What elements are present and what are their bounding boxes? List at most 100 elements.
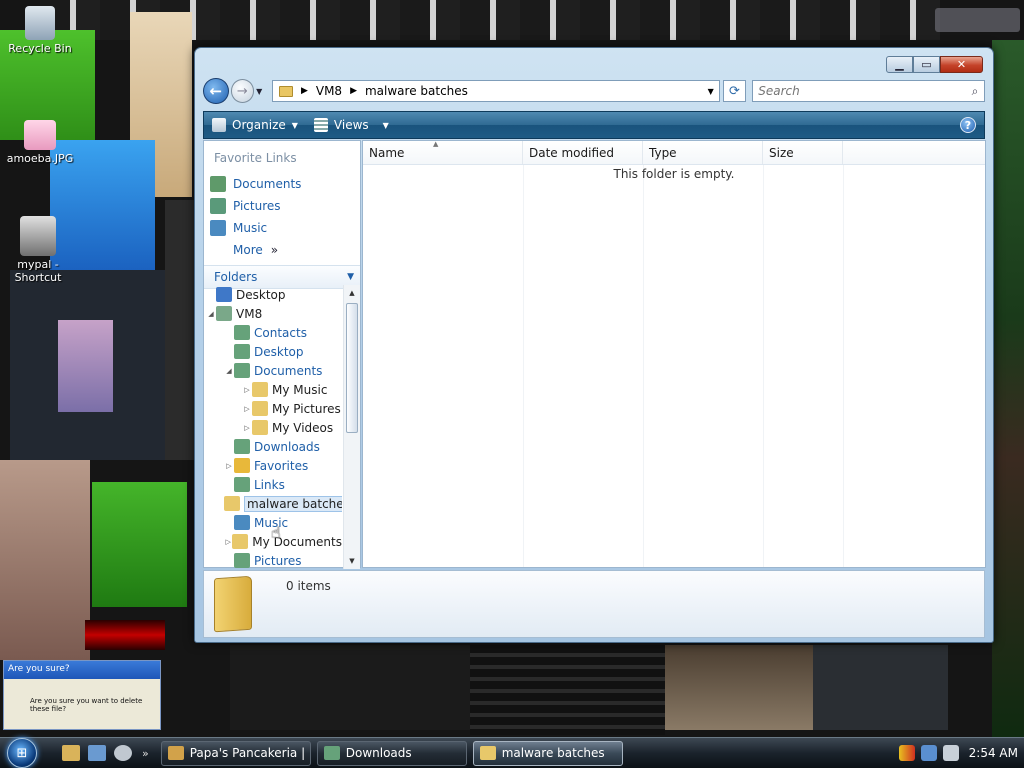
- folder-icon: [214, 575, 252, 633]
- tree-item-malware-batches[interactable]: malware batches: [204, 494, 342, 513]
- scroll-up-icon[interactable]: ▲: [344, 285, 360, 301]
- folder-icon: [479, 746, 496, 760]
- breadcrumb-vm8[interactable]: VM8: [316, 84, 342, 98]
- favorite-link-documents[interactable]: Documents: [204, 173, 360, 195]
- recent-pages-button[interactable]: ▼: [256, 87, 268, 96]
- expand-arrow-icon[interactable]: ▷: [224, 538, 232, 546]
- clock[interactable]: 2:54 AM: [969, 746, 1018, 760]
- start-button[interactable]: ⊞: [0, 738, 44, 768]
- tree-item-label: My Videos: [272, 420, 334, 435]
- expand-arrow-icon[interactable]: ▷: [242, 386, 252, 394]
- expand-arrow-icon[interactable]: ▷: [224, 462, 234, 470]
- wallpaper-chat-screenshot: [230, 645, 470, 730]
- views-label: Views: [333, 118, 369, 132]
- tree-item-my-videos[interactable]: ▷ My Videos: [204, 418, 342, 437]
- network-icon[interactable]: [920, 745, 937, 761]
- column-header-label: Size: [769, 146, 794, 160]
- search-icon[interactable]: ⌕: [966, 84, 984, 99]
- chevron-down-icon: ▼: [347, 272, 354, 282]
- expand-arrow-icon[interactable]: ◢: [224, 367, 234, 375]
- column-header-date-modified[interactable]: Date modified: [523, 141, 643, 164]
- tree-item-downloads[interactable]: Downloads: [204, 437, 342, 456]
- help-button[interactable]: ?: [960, 117, 976, 133]
- scroll-down-icon[interactable]: ▼: [344, 553, 360, 569]
- address-dropdown-icon[interactable]: ▼: [703, 87, 719, 96]
- arrow-right-icon: →: [236, 83, 248, 99]
- file-list: Name ▲ Date modified Type Size This fold…: [362, 140, 986, 568]
- expand-arrow-icon[interactable]: ▷: [242, 405, 252, 413]
- wallpaper-skin-photo: [0, 460, 90, 660]
- tree-item-my-pictures[interactable]: ▷ My Pictures: [204, 399, 342, 418]
- windows-logo-icon: ⊞: [7, 738, 37, 768]
- desktop-icon-recycle-bin[interactable]: Recycle Bin: [0, 6, 80, 55]
- address-row: ← → ▼ ▶ VM8 ▶ malware batches ▼ ⟳ ⌕: [203, 77, 985, 105]
- column-headers: Name ▲ Date modified Type Size: [363, 140, 985, 165]
- tree-item-favorites[interactable]: ▷ Favorites: [204, 456, 342, 475]
- security-shield-icon[interactable]: [898, 745, 915, 761]
- views-icon: [313, 118, 328, 132]
- tree-item-vm8[interactable]: ◢ VM8: [204, 304, 342, 323]
- column-header-label: Date modified: [529, 146, 615, 160]
- folder-icon: [234, 325, 250, 340]
- scrollbar-thumb[interactable]: [346, 303, 358, 433]
- favorite-link-more[interactable]: More »: [204, 239, 360, 261]
- tree-item-label: My Pictures: [272, 401, 341, 416]
- folder-icon: [252, 382, 268, 397]
- close-button[interactable]: ✕: [940, 56, 983, 73]
- favorite-link-pictures[interactable]: Pictures: [204, 195, 360, 217]
- desktop-icon-amoeba[interactable]: amoeba.JPG: [0, 120, 80, 165]
- column-divider: [643, 165, 644, 567]
- taskbar-button-label: malware batches: [501, 746, 605, 760]
- command-bar: Organize ▼ Views ▼ ?: [203, 111, 985, 139]
- folder-icon: [234, 477, 250, 492]
- image-file-icon: [24, 120, 56, 150]
- minimize-button[interactable]: ▁: [886, 56, 913, 73]
- column-header-type[interactable]: Type: [643, 141, 763, 164]
- maximize-button[interactable]: ▭: [913, 56, 940, 73]
- breadcrumb-malware-batches[interactable]: malware batches: [365, 84, 468, 98]
- tree-item-pictures[interactable]: Pictures: [204, 551, 342, 569]
- views-button[interactable]: Views ▼: [306, 112, 397, 138]
- folder-icon: [234, 439, 250, 454]
- column-header-name[interactable]: Name ▲: [363, 140, 523, 164]
- breadcrumb-separator-icon[interactable]: ▶: [350, 86, 357, 96]
- shortcut-app-icon: [20, 216, 56, 256]
- tree-item-label: Links: [254, 477, 285, 492]
- tree-item-desktop[interactable]: Desktop: [204, 285, 342, 304]
- taskbar-button-downloads[interactable]: Downloads: [316, 740, 467, 766]
- double-chevron-right-icon[interactable]: »: [142, 747, 149, 760]
- show-desktop-icon[interactable]: [88, 745, 106, 761]
- folder-icon: [234, 344, 250, 359]
- expand-arrow-icon[interactable]: ◢: [206, 310, 216, 318]
- favorite-link-music[interactable]: Music: [204, 217, 360, 239]
- double-chevron-right-icon: »: [270, 243, 279, 257]
- taskbar-button-malware-batches[interactable]: malware batches: [472, 740, 623, 766]
- media-player-icon[interactable]: [114, 745, 132, 761]
- column-header-label: Name: [369, 146, 405, 160]
- back-button[interactable]: ←: [203, 78, 229, 104]
- tree-item-documents[interactable]: ◢ Documents: [204, 361, 342, 380]
- explorer-window: ▁ ▭ ✕ ← → ▼ ▶ VM8 ▶ malware batches ▼ ⟳ …: [194, 47, 994, 643]
- organize-button[interactable]: Organize ▼: [204, 112, 306, 138]
- tree-item-contacts[interactable]: Contacts: [204, 323, 342, 342]
- address-bar[interactable]: ▶ VM8 ▶ malware batches ▼: [271, 80, 720, 102]
- background-dialog-title: Are you sure?: [4, 661, 160, 679]
- column-header-size[interactable]: Size: [763, 141, 843, 164]
- forward-button[interactable]: →: [230, 79, 255, 103]
- tree-item-label: Contacts: [254, 325, 307, 340]
- folder-icon[interactable]: [62, 745, 80, 761]
- search-box[interactable]: ⌕: [752, 80, 985, 102]
- tree-item-my-music[interactable]: ▷ My Music: [204, 380, 342, 399]
- favorite-link-label: More: [233, 243, 263, 257]
- recycle-bin-icon: [25, 6, 55, 40]
- tree-item-links[interactable]: Links: [204, 475, 342, 494]
- refresh-button[interactable]: ⟳: [722, 80, 747, 102]
- search-input[interactable]: [758, 84, 966, 98]
- tree-item-desktop[interactable]: Desktop: [204, 342, 342, 361]
- expand-arrow-icon[interactable]: ▷: [242, 424, 252, 432]
- taskbar-button-papas-pancakeria[interactable]: Papa's Pancakeria | ...: [160, 740, 311, 766]
- volume-muted-icon[interactable]: [942, 745, 959, 761]
- breadcrumb-separator-icon[interactable]: ▶: [301, 86, 308, 96]
- desktop-icon-mypal-shortcut[interactable]: mypal - Shortcut: [0, 216, 76, 284]
- folder-tree-scrollbar[interactable]: ▲ ▼: [343, 285, 360, 569]
